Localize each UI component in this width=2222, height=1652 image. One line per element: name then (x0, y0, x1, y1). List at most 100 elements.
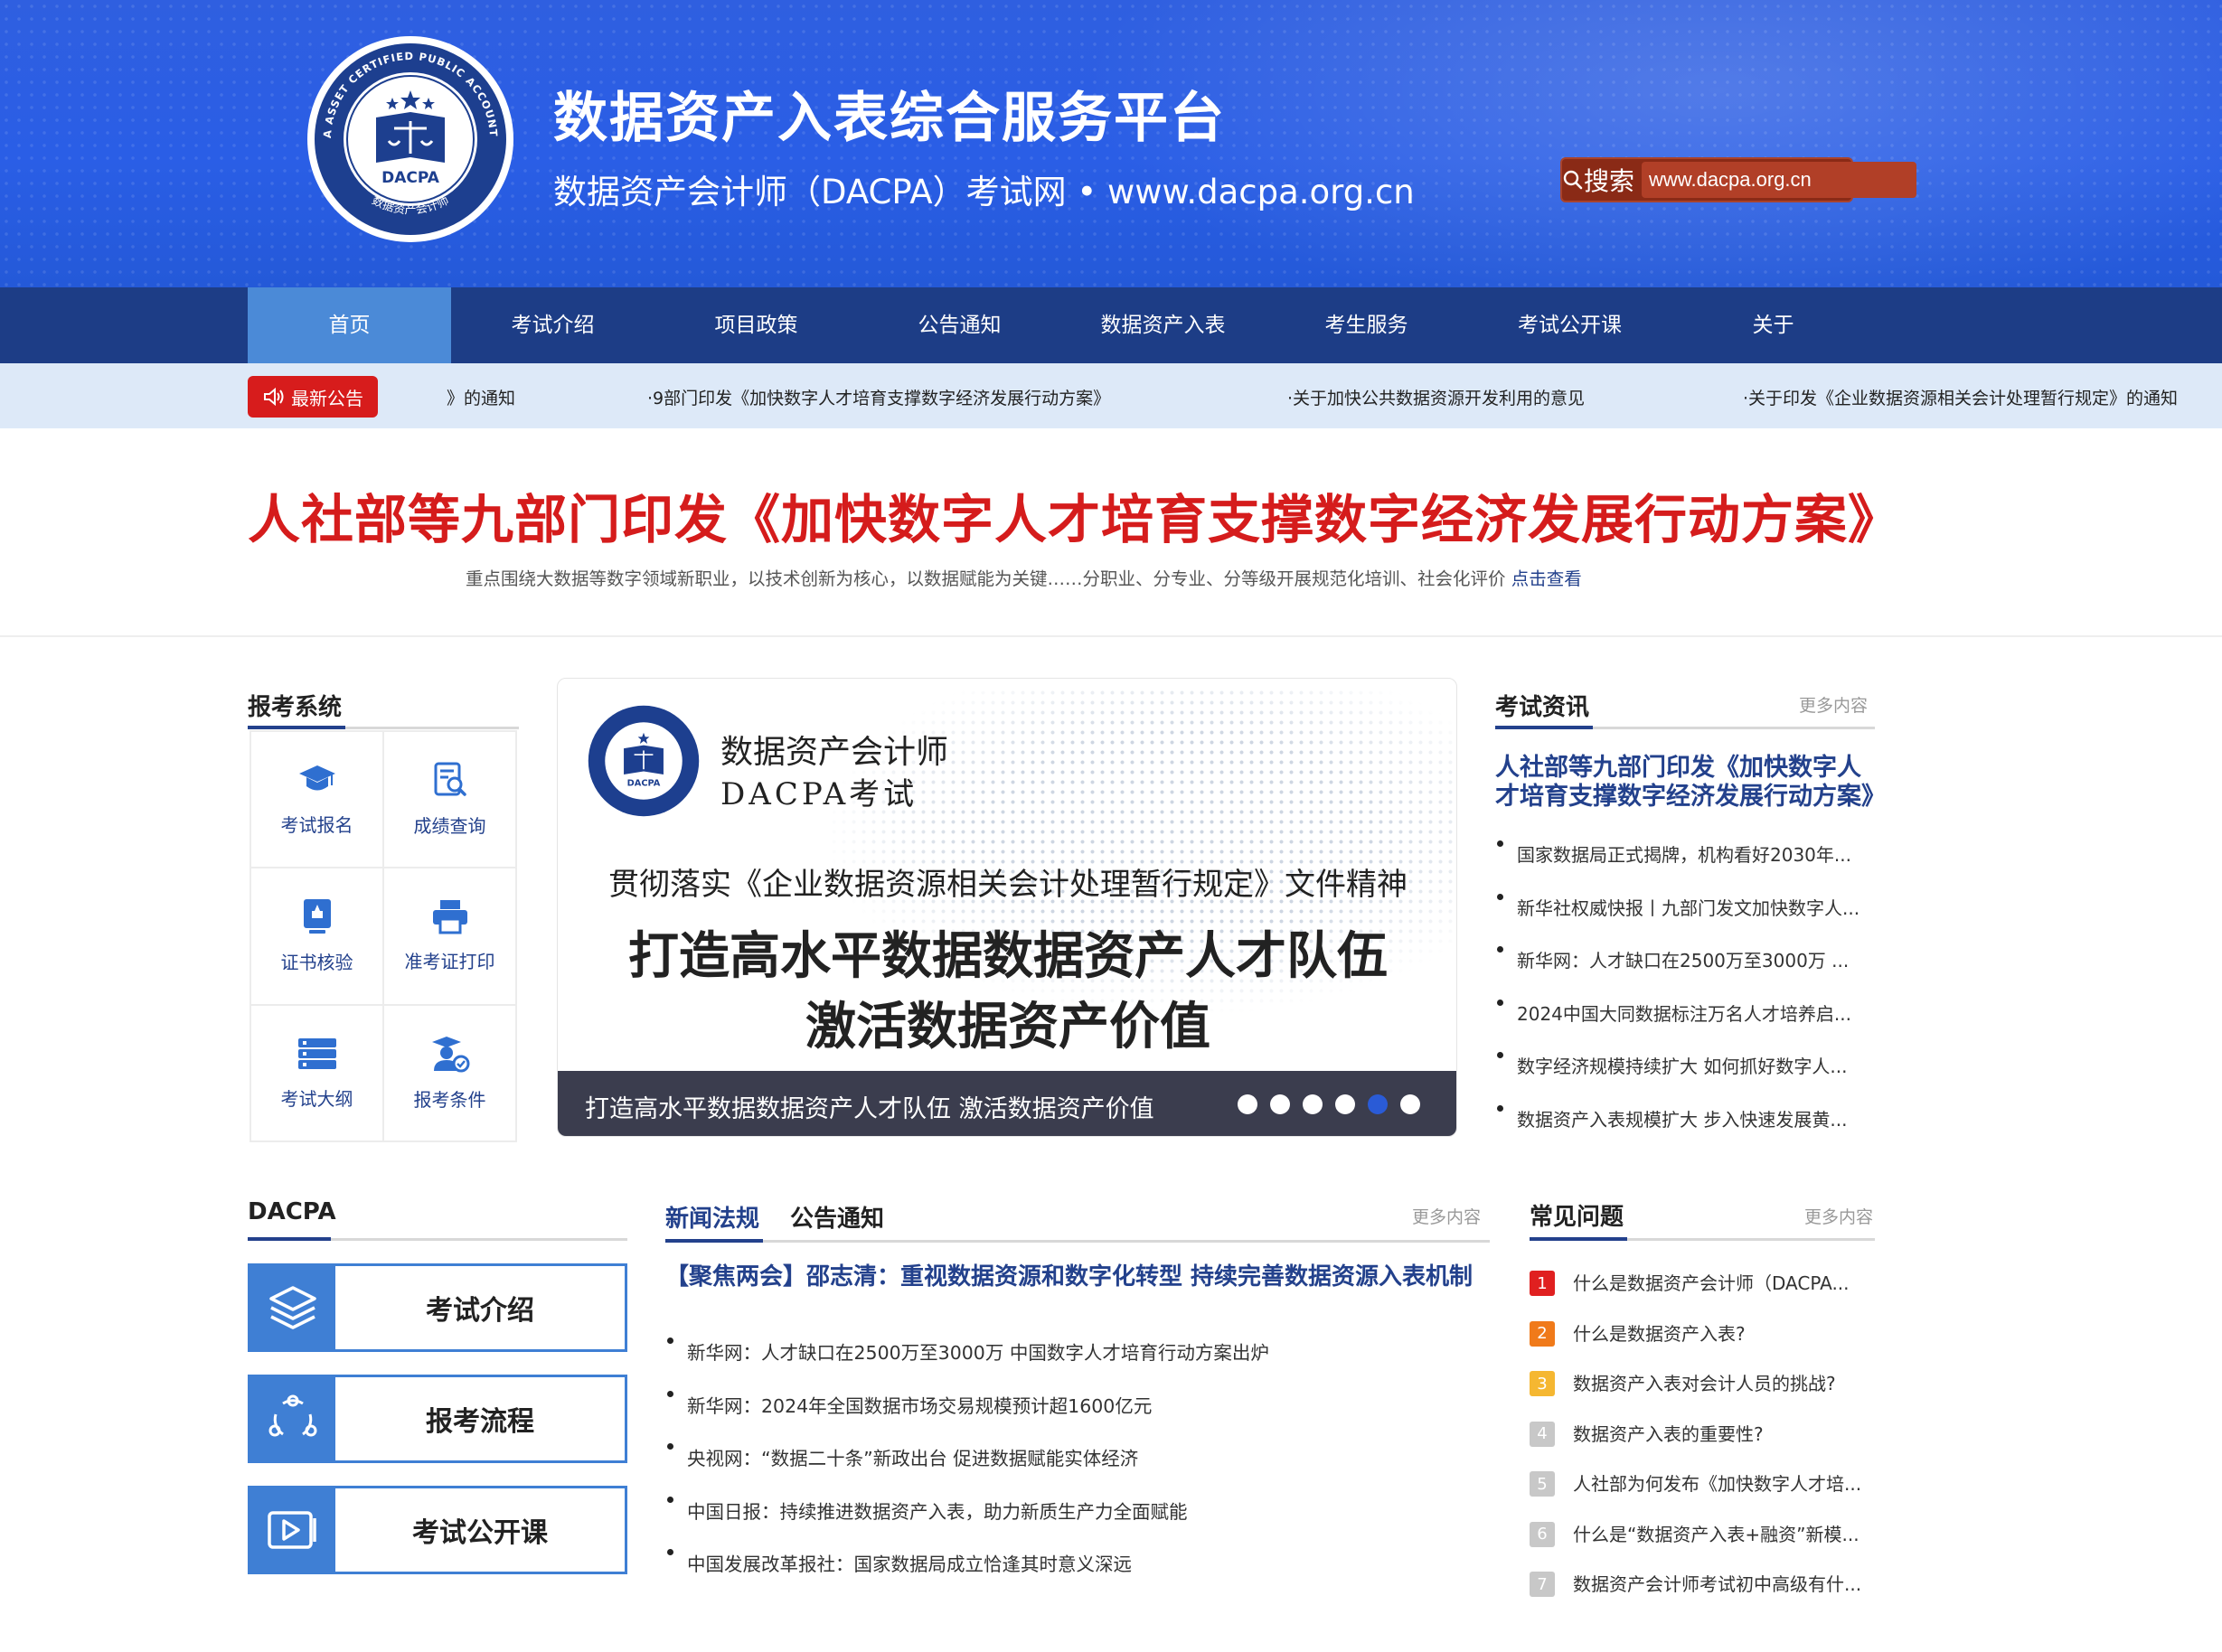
carousel-dot[interactable] (1368, 1094, 1388, 1114)
faq-question: 什么是数据资产会计师（DACPA... (1573, 1272, 1850, 1294)
exam-news-list: 国家数据局正式揭牌，机构看好2030年... 新华社权威快报丨九部门发文加快数字… (1495, 840, 1882, 1158)
list-item[interactable]: 新华网：人才缺口在2500万至3000万 ... (1495, 946, 1882, 1000)
tab-announcements[interactable]: 公告通知 (790, 1200, 884, 1234)
list-item[interactable]: 数据资产入表规模扩大 步入快速发展黄... (1495, 1104, 1882, 1159)
nav-item-home[interactable]: 首页 (248, 287, 451, 363)
exam-process-button[interactable]: 报考流程 (248, 1375, 627, 1463)
exam-process-label: 报考流程 (426, 1406, 534, 1438)
faq-list: 1 什么是数据资产会计师（DACPA... 2 什么是数据资产入表? 3 数据资产入表… (1530, 1271, 1882, 1622)
dacpa-underline-accent (248, 1237, 331, 1241)
news-underline-accent (665, 1239, 763, 1243)
layers-icon (269, 1286, 316, 1329)
exam-news-more-link[interactable]: 更多内容 (1799, 692, 1868, 717)
site-header: DATA ASSET CERTIFIED PUBLIC ACCOUNTANT 数… (0, 0, 2222, 287)
list-item[interactable]: 新华网：人才缺口在2500万至3000万 中国数字人才培育行动方案出炉 (665, 1338, 1490, 1391)
dacpa-logo[interactable]: DATA ASSET CERTIFIED PUBLIC ACCOUNTANT 数… (306, 34, 515, 244)
score-query-button[interactable]: 成绩查询 (383, 731, 516, 868)
certificate-verify-button[interactable]: 证书核验 (250, 868, 383, 1005)
main-nav: 首页 考试介绍 项目政策 公告通知 数据资产入表 考生服务 考试公开课 关于 (0, 287, 2222, 363)
faq-rank-badge: 1 (1530, 1271, 1555, 1296)
faq-question: 数据资产入表的重要性? (1573, 1422, 1764, 1445)
exam-syllabus-button[interactable]: 考试大纲 (250, 1004, 383, 1141)
list-item[interactable]: 中国日报：持续推进数据资产入表，助力新质生产力全面赋能 (665, 1496, 1490, 1550)
score-search-icon (434, 762, 466, 796)
header-glow (1085, 0, 2222, 287)
faq-rank-badge: 3 (1530, 1371, 1555, 1396)
nav-item-notice[interactable]: 公告通知 (858, 287, 1061, 363)
nav-item-candidate-service[interactable]: 考生服务 (1265, 287, 1468, 363)
faq-question: 什么是“数据资产入表+融资”新模... (1573, 1523, 1860, 1545)
carousel-dot[interactable] (1270, 1094, 1290, 1114)
exam-news-title: 考试资讯 (1495, 694, 1590, 721)
list-item[interactable]: 国家数据局正式揭牌，机构看好2030年... (1495, 840, 1882, 894)
tab-news-regulations[interactable]: 新闻法规 (665, 1200, 759, 1234)
nav-item-about[interactable]: 关于 (1671, 287, 1875, 363)
search-input[interactable] (1642, 162, 1917, 198)
exam-requirements-button[interactable]: 报考条件 (383, 1004, 516, 1141)
site-title: 数据资产入表综合服务平台 (553, 87, 1226, 150)
faq-rank-badge: 7 (1530, 1572, 1555, 1597)
candidate-icon (431, 1036, 469, 1073)
hero-carousel[interactable]: DACPA 数据资产会计师 DACPA考试 贯彻落实《企业数据资源相关会计处理暂… (557, 678, 1457, 1137)
banner-logo-text: DACPA (627, 779, 661, 789)
list-item[interactable]: 数字经济规模持续扩大 如何抓好数字人... (1495, 1052, 1882, 1105)
faq-item[interactable]: 7 数据资产会计师考试初中高级有什... (1530, 1572, 1882, 1622)
headline-summary-text: 重点围绕大数据等数字领域新职业，以技术创新为核心，以数据赋能为关键……分职业、分… (466, 568, 1506, 589)
headline-summary: 重点围绕大数据等数字领域新职业，以技术创新为核心，以数据赋能为关键……分职业、分… (466, 564, 1582, 590)
nav-item-open-course[interactable]: 考试公开课 (1468, 287, 1671, 363)
score-query-label: 成绩查询 (413, 815, 486, 838)
faq-item[interactable]: 6 什么是“数据资产入表+融资”新模... (1530, 1521, 1882, 1572)
admission-ticket-print-label: 准考证打印 (404, 951, 495, 973)
faq-item[interactable]: 3 数据资产入表对会计人员的挑战? (1530, 1371, 1882, 1422)
exam-requirements-label: 报考条件 (413, 1088, 486, 1111)
faq-item[interactable]: 5 人社部为何发布《加快数字人才培... (1530, 1471, 1882, 1522)
carousel-dot[interactable] (1303, 1094, 1323, 1114)
faq-item[interactable]: 1 什么是数据资产会计师（DACPA... (1530, 1271, 1882, 1321)
list-item[interactable]: 新华网：2024年全国数据市场交易规模预计超1600亿元 (665, 1390, 1490, 1444)
ticker-item[interactable]: 》的通知 (447, 385, 515, 409)
cycle-icon (268, 1394, 317, 1437)
banner-brand-line2: DACPA考试 (720, 776, 918, 812)
open-course-label: 考试公开课 (412, 1517, 548, 1549)
list-item[interactable]: 央视网：“数据二十条”新政出台 促进数据赋能实体经济 (665, 1443, 1490, 1497)
nav-item-data-asset[interactable]: 数据资产入表 (1061, 287, 1265, 363)
exam-news-feature-link[interactable]: 人社部等九部门印发《加快数字人才培育支撑数字经济发展行动方案》 (1495, 754, 1886, 812)
exam-system-underline-accent (248, 726, 345, 729)
open-course-button[interactable]: 考试公开课 (248, 1486, 627, 1574)
ticker-item[interactable]: ·关于印发《企业数据资源相关会计处理暂行规定》的通知 (1743, 385, 2178, 409)
faq-rank-badge: 5 (1530, 1471, 1555, 1497)
printer-icon (432, 900, 467, 934)
news-feature-link[interactable]: 【聚焦两会】邵志清：重视数据资源和数字化转型 持续完善数据资源入表机制 (665, 1263, 1488, 1291)
list-item[interactable]: 2024中国大同数据标注万名人才培养启... (1495, 999, 1882, 1053)
faq-more-link[interactable]: 更多内容 (1804, 1204, 1873, 1228)
faq-rank-badge: 2 (1530, 1320, 1555, 1347)
search-box[interactable]: 搜索 (1560, 157, 1917, 202)
faq-rank-badge: 6 (1530, 1521, 1555, 1547)
faq-item[interactable]: 4 数据资产入表的重要性? (1530, 1421, 1882, 1472)
nav-item-exam-intro[interactable]: 考试介绍 (451, 287, 654, 363)
carousel-dot[interactable] (1335, 1094, 1355, 1114)
admission-ticket-print-button[interactable]: 准考证打印 (383, 868, 516, 1005)
nav-item-policy[interactable]: 项目政策 (654, 287, 858, 363)
headline-more-link[interactable]: 点击查看 (1511, 568, 1582, 589)
faq-question: 什么是数据资产入表? (1573, 1322, 1746, 1345)
exam-system-title: 报考系统 (248, 694, 343, 721)
carousel-dot[interactable] (1238, 1094, 1257, 1114)
news-more-link[interactable]: 更多内容 (1412, 1204, 1481, 1228)
ticker-item[interactable]: ·关于加快公共数据资源开发利用的意见 (1287, 385, 1585, 409)
banner-subtitle: 贯彻落实《企业数据资源相关会计处理暂行规定》文件精神 (608, 867, 1408, 903)
faq-item[interactable]: 2 什么是数据资产入表? (1530, 1320, 1882, 1372)
exam-intro-label: 考试介绍 (426, 1295, 534, 1327)
list-item[interactable]: 新华社权威快报丨九部门发文加快数字人... (1495, 893, 1882, 947)
news-underline (665, 1240, 1490, 1243)
exam-register-button[interactable]: 考试报名 (250, 731, 383, 868)
headline-title[interactable]: 人社部等九部门印发《加快数字人才培育支撑数字经济发展行动方案》 (248, 477, 1901, 553)
search-icon[interactable] (1562, 159, 1584, 201)
ticker-item[interactable]: ·9部门印发《加快数字人才培育支撑数字经济发展行动方案》 (647, 385, 1110, 409)
list-item[interactable]: 中国发展改革报社：国家数据局成立恰逢其时意义深远 (665, 1549, 1490, 1602)
carousel-dot[interactable] (1400, 1094, 1420, 1114)
banner-headline-2: 激活数据资产价值 (805, 998, 1210, 1056)
banner-caption[interactable]: 打造高水平数据数据资产人才队伍 激活数据资产价值 (585, 1089, 1154, 1124)
exam-news-underline-accent (1495, 726, 1593, 729)
exam-intro-button[interactable]: 考试介绍 (248, 1263, 627, 1352)
